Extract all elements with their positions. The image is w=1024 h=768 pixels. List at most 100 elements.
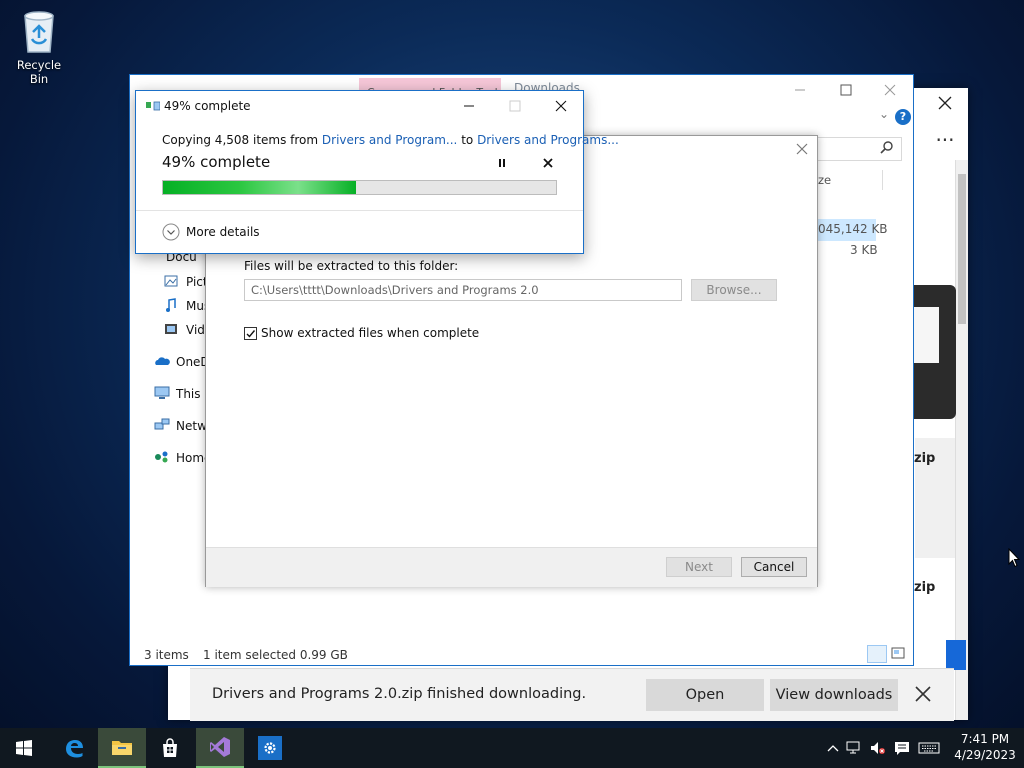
details-view-icon[interactable] bbox=[867, 645, 887, 663]
taskbar-clock[interactable]: 7:41 PM 4/29/2023 bbox=[954, 731, 1016, 763]
mouse-cursor-icon bbox=[1008, 548, 1020, 568]
browser-close-button[interactable] bbox=[922, 88, 968, 118]
show-extracted-files-checkbox[interactable] bbox=[244, 327, 257, 340]
explorer-maximize-button[interactable] bbox=[823, 75, 869, 105]
taskbar-file-explorer[interactable] bbox=[98, 728, 146, 768]
browser-zip-label-1: zip bbox=[914, 451, 936, 466]
copy-close-button[interactable] bbox=[538, 91, 584, 121]
homegroup-icon bbox=[154, 450, 170, 466]
maximize-icon bbox=[840, 84, 852, 96]
minimize-icon bbox=[464, 105, 474, 107]
clock-time: 7:41 PM bbox=[960, 732, 1010, 746]
taskbar-settings[interactable] bbox=[246, 728, 294, 768]
start-icon bbox=[16, 740, 32, 756]
action-center-icon[interactable] bbox=[890, 740, 914, 756]
taskbar-edge[interactable] bbox=[50, 728, 98, 768]
volume-muted-icon[interactable] bbox=[866, 741, 890, 755]
extract-folder-label: Files will be extracted to this folder: bbox=[244, 259, 459, 273]
copy-progress-dialog: 49% complete Copying 4,508 items from Dr… bbox=[135, 90, 619, 254]
column-size-header[interactable]: ze bbox=[818, 173, 831, 187]
cancel-button[interactable]: Cancel bbox=[741, 557, 807, 577]
copy-progress-fill bbox=[163, 181, 356, 194]
close-icon bbox=[796, 143, 808, 155]
taskbar-visual-studio[interactable] bbox=[196, 728, 244, 768]
checkmark-icon bbox=[246, 330, 256, 338]
explorer-close-button[interactable] bbox=[867, 75, 913, 105]
system-tray bbox=[824, 728, 944, 768]
maximize-icon bbox=[509, 100, 521, 112]
nav-item-homegroup[interactable]: Home bbox=[154, 450, 211, 466]
file-size-cell: 3 KB bbox=[850, 243, 878, 257]
download-bar-close-button[interactable] bbox=[912, 683, 934, 705]
search-icon bbox=[880, 140, 894, 154]
copy-cancel-button[interactable] bbox=[542, 157, 554, 169]
chevron-down-icon bbox=[162, 223, 180, 241]
pause-icon bbox=[499, 159, 505, 167]
wizard-footer: Next Cancel bbox=[206, 547, 817, 587]
show-hidden-icons-chevron-icon[interactable] bbox=[824, 744, 842, 752]
source-folder-link[interactable]: Drivers and Program... bbox=[322, 133, 457, 147]
large-icons-view-icon[interactable] bbox=[890, 645, 908, 663]
music-icon bbox=[164, 298, 180, 314]
ribbon-expand-chevron-icon[interactable]: ⌄ bbox=[879, 107, 889, 121]
copy-prefix-text: Copying 4,508 items from bbox=[162, 133, 322, 147]
extract-path-input[interactable]: C:\Users\tttt\Downloads\Drivers and Prog… bbox=[244, 279, 682, 301]
store-icon bbox=[163, 738, 177, 757]
wizard-close-button[interactable] bbox=[795, 142, 809, 156]
this-pc-icon bbox=[154, 386, 170, 402]
more-details-toggle[interactable]: More details bbox=[162, 223, 260, 241]
taskbar: 7:41 PM 4/29/2023 bbox=[0, 728, 1024, 768]
minimize-icon bbox=[795, 89, 805, 91]
close-icon bbox=[555, 100, 567, 112]
close-icon bbox=[543, 158, 553, 168]
view-downloads-button[interactable]: View downloads bbox=[770, 679, 898, 711]
next-button[interactable]: Next bbox=[666, 557, 732, 577]
start-button[interactable] bbox=[0, 728, 48, 768]
recycle-bin-icon bbox=[17, 6, 61, 54]
download-open-button[interactable]: Open bbox=[646, 679, 764, 711]
videos-icon bbox=[164, 322, 180, 338]
nav-item-this-pc[interactable]: This P bbox=[154, 386, 212, 402]
destination-folder-link[interactable]: Drivers and Programs... bbox=[477, 133, 619, 147]
download-message: Drivers and Programs 2.0.zip finished do… bbox=[212, 686, 587, 702]
copy-minimize-button[interactable] bbox=[446, 91, 492, 121]
pictures-icon bbox=[164, 274, 180, 290]
status-selection: 1 item selected 0.99 GB bbox=[203, 648, 348, 662]
recycle-bin-label: Recycle Bin bbox=[16, 58, 62, 86]
file-explorer-icon bbox=[112, 741, 132, 755]
show-extracted-files-label[interactable]: Show extracted files when complete bbox=[261, 326, 479, 340]
copy-dialog-title: 49% complete bbox=[164, 99, 251, 113]
nav-item-onedrive[interactable]: OneD bbox=[154, 354, 210, 370]
pause-button[interactable] bbox=[496, 157, 508, 169]
file-size-cell: 045,142 KB bbox=[818, 222, 888, 236]
copy-maximize-button bbox=[492, 91, 538, 121]
copy-dialog-divider bbox=[136, 210, 583, 211]
copy-progress-bar bbox=[162, 180, 557, 195]
close-icon bbox=[938, 96, 952, 110]
explorer-minimize-button[interactable] bbox=[777, 75, 823, 105]
browser-scroll-thumb[interactable] bbox=[958, 174, 966, 324]
copy-dialog-icon bbox=[146, 100, 160, 112]
browser-zip-label-2: zip bbox=[914, 580, 936, 595]
copy-to-text: to bbox=[457, 133, 478, 147]
column-separator bbox=[882, 170, 883, 190]
close-icon bbox=[884, 84, 896, 96]
recycle-bin-shortcut[interactable]: Recycle Bin bbox=[6, 6, 72, 86]
network-icon bbox=[154, 418, 170, 434]
taskbar-store[interactable] bbox=[146, 728, 194, 768]
browser-blue-button[interactable] bbox=[946, 640, 966, 670]
clock-date: 4/29/2023 bbox=[954, 748, 1016, 762]
visual-studio-icon bbox=[210, 737, 230, 757]
browse-button[interactable]: Browse... bbox=[691, 279, 777, 301]
more-details-label: More details bbox=[186, 225, 260, 239]
keyboard-icon[interactable] bbox=[914, 742, 944, 754]
edge-icon bbox=[66, 740, 83, 758]
close-icon bbox=[915, 686, 931, 702]
help-button[interactable]: ? bbox=[895, 109, 911, 125]
browser-more-button[interactable]: ··· bbox=[928, 128, 962, 158]
status-item-count: 3 items bbox=[144, 648, 189, 662]
onedrive-icon bbox=[154, 354, 170, 370]
copy-percent-text: 49% complete bbox=[162, 153, 271, 171]
network-tray-icon[interactable] bbox=[842, 741, 866, 755]
download-bar: Drivers and Programs 2.0.zip finished do… bbox=[190, 668, 954, 721]
